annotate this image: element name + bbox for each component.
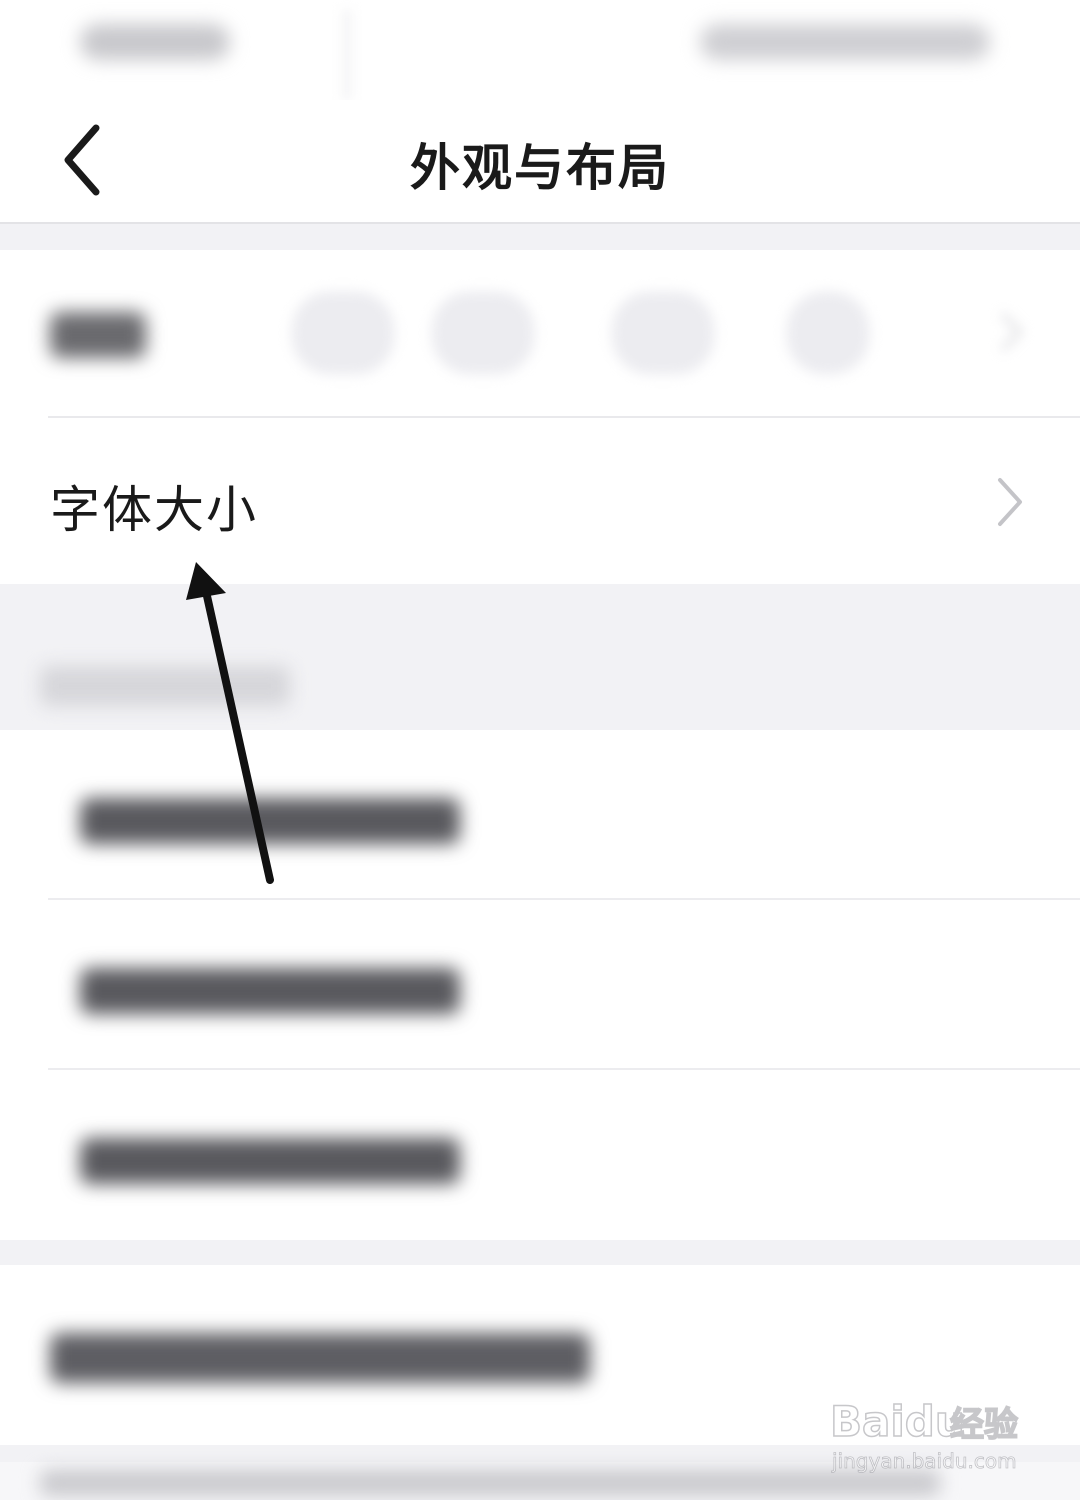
theme-swatch[interactable] (290, 290, 396, 376)
theme-swatch[interactable] (785, 290, 871, 376)
watermark-product: 经验 (950, 1405, 1018, 1445)
theme-swatch[interactable] (430, 290, 536, 376)
theme-swatch[interactable] (610, 290, 716, 376)
list-item-label[interactable] (50, 1333, 590, 1383)
appearance-group: 字体大小 (0, 250, 1080, 584)
page-title: 外观与布局 (410, 139, 670, 197)
theme-label (50, 312, 146, 358)
font-size-row[interactable]: 字体大小 (0, 418, 1080, 584)
list-item[interactable] (0, 730, 1080, 900)
list-item-label (80, 968, 460, 1014)
watermark-brand: Baidu (830, 1397, 965, 1446)
list-item-label (80, 798, 460, 844)
status-divider (345, 10, 349, 100)
baidu-watermark-logo: Baidu 经验 jingyan.baidu.com (829, 1396, 1019, 1473)
navigation-bar: 外观与布局 (0, 100, 1080, 224)
list-item-label (80, 1138, 460, 1184)
status-time (80, 24, 230, 60)
theme-row[interactable] (0, 250, 1080, 416)
section-header (40, 666, 290, 706)
status-bar (0, 0, 1080, 100)
watermark-url: jingyan.baidu.com (831, 1449, 1017, 1473)
layout-group (0, 730, 1080, 1240)
hint-text (40, 1470, 940, 1496)
font-size-label: 字体大小 (50, 481, 258, 539)
status-icons (700, 24, 990, 60)
chevron-right-icon (1000, 312, 1023, 352)
list-item[interactable] (0, 900, 1080, 1070)
chevron-right-icon (998, 478, 1022, 526)
list-item[interactable] (0, 1070, 1080, 1240)
